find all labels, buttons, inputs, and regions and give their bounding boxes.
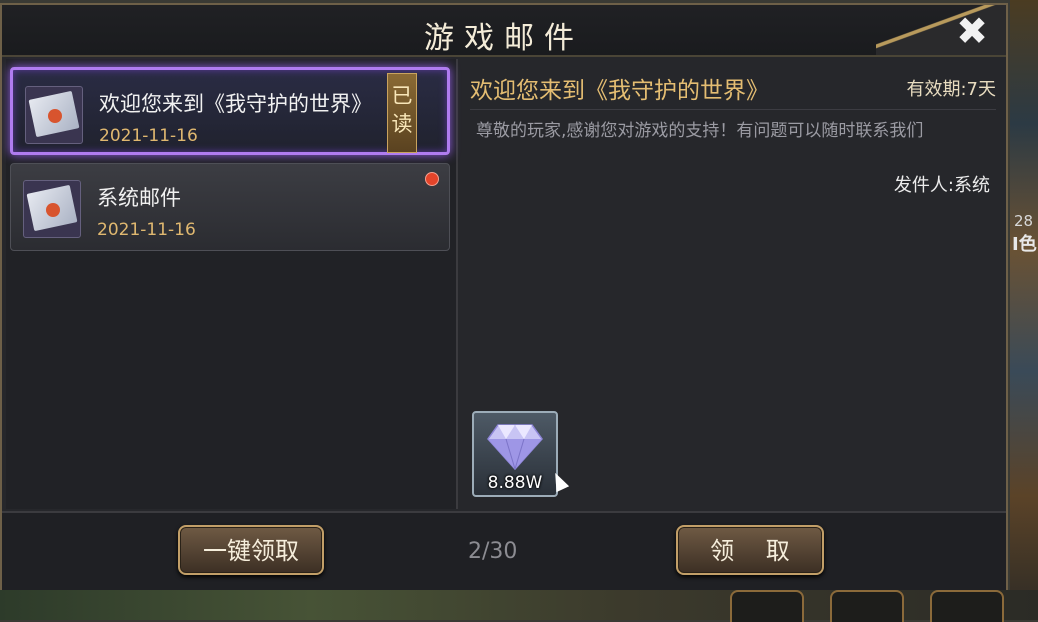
mail-sender: 发件人:系统	[893, 175, 990, 196]
mail-item-system[interactable]: 系统邮件 2021-11-16	[10, 163, 450, 251]
divider	[470, 109, 996, 110]
title-bar: 游戏邮件 ✖	[2, 5, 1006, 57]
footer-bar: 一键领取 2/30 领 取	[2, 511, 1006, 590]
game-background-right	[1010, 0, 1038, 620]
mail-list: 欢迎您来到《我守护的世界》 2021-11-16 已读 系统邮件 2021-11…	[6, 59, 458, 509]
validity-period: 有效期:7天	[906, 79, 996, 100]
mail-envelope-icon	[23, 180, 81, 238]
mail-date: 2021-11-16	[99, 126, 198, 146]
background-text: I色	[1012, 234, 1037, 255]
attachment-slot[interactable]: 8.88W	[472, 411, 558, 497]
mail-dialog: 游戏邮件 ✖ 欢迎您来到《我守护的世界》 2021-11-16 已读 系统邮件 …	[0, 3, 1008, 590]
page-count: 2/30	[468, 539, 518, 564]
bottom-menu-icon[interactable]	[830, 590, 904, 622]
unread-dot-icon	[425, 172, 439, 186]
dialog-title: 游戏邮件	[424, 21, 584, 56]
mail-subject: 系统邮件	[97, 186, 181, 210]
claim-button[interactable]: 领 取	[676, 525, 824, 575]
close-button[interactable]: ✖	[952, 11, 992, 51]
read-badge: 已读	[387, 73, 417, 153]
background-number: 28	[1014, 212, 1034, 230]
mail-envelope-icon	[25, 86, 83, 144]
mail-date: 2021-11-16	[97, 220, 196, 240]
close-icon: ✖	[956, 9, 988, 53]
mail-item-welcome[interactable]: 欢迎您来到《我守护的世界》 2021-11-16 已读	[10, 67, 450, 155]
diamond-icon	[487, 424, 543, 471]
mail-subject: 欢迎您来到《我守护的世界》	[99, 92, 372, 116]
attachment-count: 8.88W	[487, 473, 543, 493]
detail-title: 欢迎您来到《我守护的世界》	[470, 78, 769, 104]
mail-detail: 欢迎您来到《我守护的世界》 有效期:7天 尊敬的玩家,感谢您对游戏的支持！有问题…	[460, 59, 1006, 509]
bottom-menu-icon[interactable]	[730, 590, 804, 622]
claim-all-button[interactable]: 一键领取	[178, 525, 324, 575]
mail-body: 尊敬的玩家,感谢您对游戏的支持！有问题可以随时联系我们	[476, 121, 924, 141]
bottom-menu-icon[interactable]	[930, 590, 1004, 622]
